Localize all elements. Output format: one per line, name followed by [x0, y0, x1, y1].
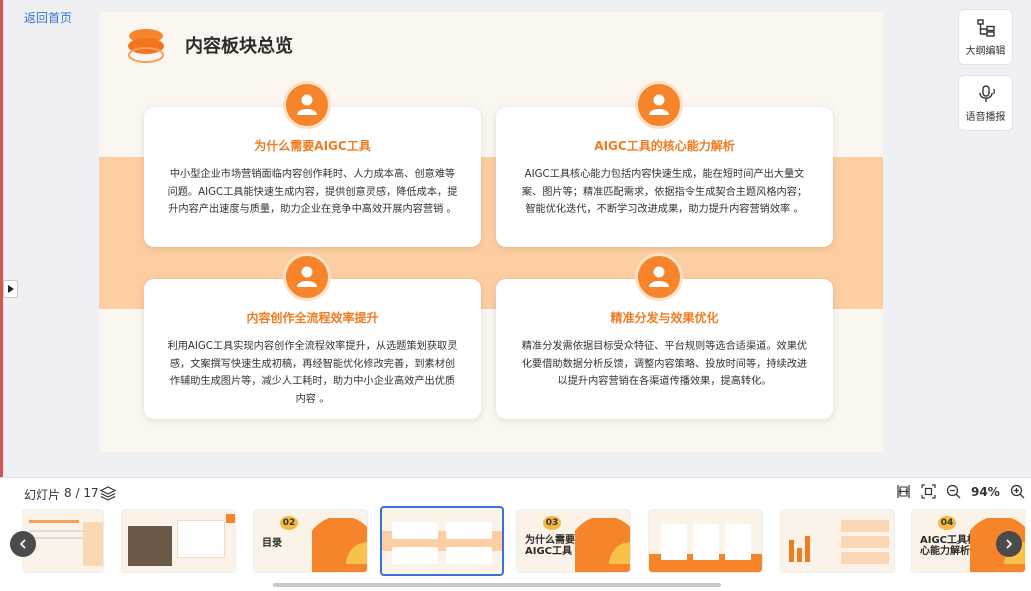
slide-thumbnail-8-active[interactable] [380, 506, 504, 576]
thumb-photo [128, 526, 172, 566]
user-icon-badge-2 [635, 81, 683, 129]
card-body: AIGC工具核心能力包括内容快速生成，能在短时间产出大量文案、图片等；精准匹配需… [521, 169, 808, 215]
layers-icon[interactable] [100, 485, 116, 501]
microphone-icon [978, 84, 995, 102]
sidebar-expand-toggle[interactable] [3, 280, 18, 298]
thumb-card [446, 547, 492, 564]
thumb-title: 目录 [262, 538, 282, 549]
thumbnails-next-button[interactable] [996, 531, 1022, 557]
thumb-number: 04 [938, 516, 956, 530]
thumb-bar [797, 548, 802, 562]
thumb-block [226, 514, 235, 523]
slide-canvas[interactable]: 内容板块总览 为什么需要AIGC工具 中小型企业市场营销面临内容创作耗时、人力成… [99, 12, 883, 452]
chevron-right-icon [1006, 539, 1013, 549]
thumb-pie-graphic [575, 518, 630, 572]
zoom-level: 94% [971, 484, 1000, 499]
thumb-block [841, 520, 889, 532]
voice-broadcast-label: 语音播报 [965, 111, 1006, 123]
chevron-left-icon [19, 539, 26, 549]
slide-title: 内容板块总览 [185, 36, 293, 57]
card-heading: 精准分发与效果优化 [610, 311, 719, 325]
user-icon-badge-3 [283, 253, 331, 301]
thumbnail-strip: 02 目录 03 为什么需要AIGC工具 04 AIGC工具核心能力解析 [0, 506, 1031, 576]
thumb-card [661, 524, 687, 560]
slide-thumbnail-10[interactable] [648, 509, 763, 573]
slide-counter-value: 8 / 17 [64, 486, 99, 500]
user-icon-badge-4 [635, 253, 683, 301]
slide-thumbnail-9[interactable]: 03 为什么需要AIGC工具 [516, 509, 631, 573]
thumb-card [392, 522, 438, 539]
user-icon [649, 94, 669, 115]
fit-screen-icon[interactable] [921, 484, 936, 499]
thumb-bar [789, 540, 794, 562]
zoom-out-icon[interactable] [946, 484, 961, 499]
user-icon-badge-1 [283, 81, 331, 129]
thumb-block [83, 522, 103, 566]
zoom-toolbar: 94% [896, 484, 1025, 499]
thumbnails-prev-button[interactable] [10, 531, 36, 557]
caret-right-icon [7, 285, 14, 293]
thumb-block [841, 552, 889, 564]
thumb-card [725, 524, 751, 560]
card-heading: 为什么需要AIGC工具 [254, 139, 371, 153]
back-home-link[interactable]: 返回首页 [24, 9, 72, 26]
card-heading: AIGC工具的核心能力解析 [594, 139, 735, 153]
outline-edit-label: 大纲编辑 [965, 45, 1006, 57]
voice-broadcast-button[interactable]: 语音播报 [958, 75, 1013, 131]
slide-strip-panel: 幻灯片 8 / 17 94% 02 目录 03 为什么需要AIGC工具 04 A… [0, 477, 1031, 591]
stacked-discs-icon [128, 29, 164, 63]
card-body: 利用AIGC工具实现内容创作全流程效率提升，从选题策划获取灵感，文案撰写快速生成… [167, 341, 458, 405]
user-icon [649, 266, 669, 287]
thumb-text-line [29, 520, 79, 523]
card-body: 中小型企业市场营销面临内容创作耗时、人力成本高、创意难等问题。AIGC工具能快速… [167, 169, 458, 215]
thumb-block [841, 536, 889, 548]
outline-icon [976, 18, 995, 37]
thumbnail-scrollbar[interactable] [273, 583, 721, 587]
thumb-number: 02 [280, 516, 298, 530]
slide-counter-label: 幻灯片 [24, 488, 61, 502]
card-heading: 内容创作全流程效率提升 [246, 311, 379, 325]
thumb-card [446, 522, 492, 539]
thumb-bar [805, 536, 810, 562]
thumb-number: 03 [543, 516, 561, 530]
outline-edit-button[interactable]: 大纲编辑 [958, 9, 1013, 65]
slide-thumbnail-6[interactable] [121, 509, 236, 573]
fit-width-icon[interactable] [896, 484, 911, 499]
slide-thumbnail-11[interactable] [780, 509, 895, 573]
thumb-card [392, 547, 438, 564]
card-body: 精准分发需依据目标受众特征、平台规则等选合适渠道。效果优化要借助数据分析反馈，调… [521, 341, 808, 387]
thumb-text-box [177, 520, 225, 558]
slide-thumbnail-7[interactable]: 02 目录 [253, 509, 368, 573]
thumb-text-line [29, 530, 89, 532]
thumb-text-line [29, 537, 84, 539]
user-icon [297, 266, 317, 287]
zoom-in-icon[interactable] [1010, 484, 1025, 499]
user-icon [297, 94, 317, 115]
thumb-pie-graphic [312, 518, 367, 572]
slide-counter: 幻灯片 8 / 17 [24, 486, 99, 503]
thumb-card [693, 524, 719, 560]
